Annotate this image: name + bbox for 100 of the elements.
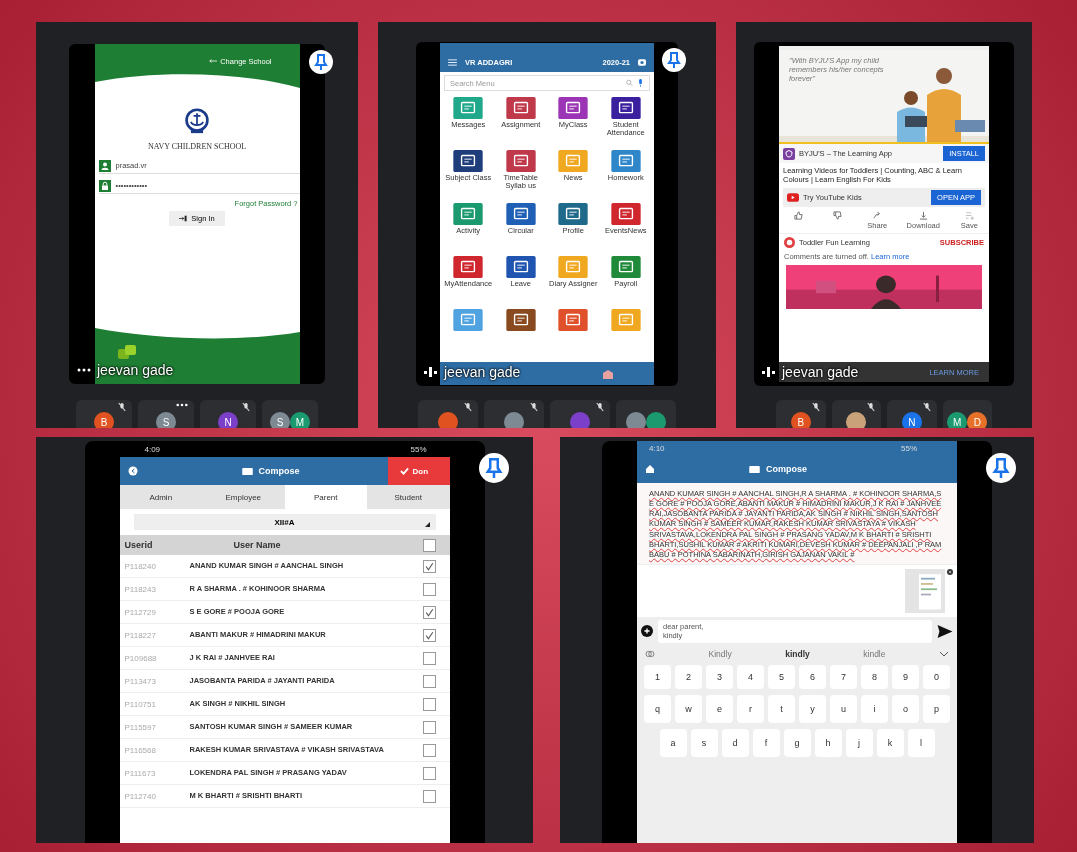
- lock-icon: [98, 179, 111, 192]
- participant-tile[interactable]: [616, 400, 676, 428]
- keyboard-key[interactable]: r: [737, 694, 764, 723]
- keyboard-key[interactable]: f: [752, 728, 780, 757]
- keyboard-key[interactable]: o: [892, 694, 919, 723]
- keyboard-key[interactable]: 4: [737, 664, 764, 689]
- keyboard-key[interactable]: g: [783, 728, 811, 757]
- class-dropdown[interactable]: XII#A: [133, 514, 436, 530]
- camera-icon[interactable]: [638, 58, 646, 66]
- avatar: M: [290, 412, 310, 428]
- sign-in-icon: [179, 215, 188, 222]
- check-icon: [399, 467, 409, 475]
- pin-icon[interactable]: [662, 48, 686, 72]
- more-icon[interactable]: [176, 403, 188, 407]
- keyboard-key[interactable]: d: [721, 728, 749, 757]
- chevron-down-icon[interactable]: [939, 649, 949, 658]
- action-icon: [833, 211, 843, 220]
- participant-tile[interactable]: B: [776, 400, 826, 428]
- done-button[interactable]: Don: [387, 457, 450, 485]
- participant-tile[interactable]: N: [887, 400, 937, 428]
- row-checkbox[interactable]: [422, 605, 436, 619]
- word-suggestion[interactable]: kindly: [785, 648, 810, 659]
- keyboard-key[interactable]: t: [768, 694, 795, 723]
- table-cell-text: P112729: [123, 607, 157, 617]
- status-time: 4:10: [649, 443, 665, 453]
- muted-mic-icon: [811, 402, 820, 412]
- keyboard-key[interactable]: w: [675, 694, 702, 723]
- keyboard-key[interactable]: 9: [892, 664, 919, 689]
- participant-tile[interactable]: [484, 400, 544, 428]
- row-checkbox[interactable]: [422, 720, 436, 734]
- action-icon: [794, 211, 804, 220]
- participant-tile[interactable]: [831, 400, 881, 428]
- row-checkbox[interactable]: [422, 559, 436, 573]
- channel-avatar-icon: [784, 237, 795, 248]
- microphone-icon[interactable]: [637, 79, 644, 87]
- attachment-thumbnail[interactable]: [905, 568, 945, 613]
- keyboard-key[interactable]: a: [659, 728, 687, 757]
- keyboard-key[interactable]: h: [814, 728, 842, 757]
- row-checkbox[interactable]: [422, 651, 436, 665]
- row-checkbox[interactable]: [422, 789, 436, 803]
- keyboard-settings-icon[interactable]: [645, 649, 655, 658]
- add-icon[interactable]: [641, 625, 653, 638]
- keyboard-key[interactable]: y: [799, 694, 826, 723]
- word-suggestion[interactable]: Kindly: [708, 648, 732, 659]
- keyboard-key[interactable]: j: [845, 728, 873, 757]
- participant-tile[interactable]: [418, 400, 478, 428]
- keyboard-key[interactable]: 5: [768, 664, 795, 689]
- row-checkbox[interactable]: [422, 628, 436, 642]
- participant-tile[interactable]: S: [138, 400, 194, 428]
- avatar: M: [947, 412, 968, 428]
- avatar: N: [218, 412, 238, 428]
- home-icon[interactable]: [645, 464, 655, 474]
- participant-tile[interactable]: B: [76, 400, 132, 428]
- keyboard-key[interactable]: 7: [830, 664, 857, 689]
- status-time: 4:09: [144, 444, 161, 454]
- word-suggestion[interactable]: kindle: [863, 648, 886, 659]
- battery-level: 55%: [410, 444, 427, 454]
- table-cell-text: P116568: [123, 745, 157, 755]
- row-checkbox[interactable]: [422, 743, 436, 757]
- message-icon: [749, 465, 760, 473]
- keyboard-key[interactable]: s: [690, 728, 718, 757]
- keyboard-key[interactable]: i: [861, 694, 888, 723]
- select-all-checkbox[interactable]: [422, 538, 436, 552]
- row-checkbox[interactable]: [422, 766, 436, 780]
- close-icon[interactable]: [947, 568, 953, 575]
- row-checkbox[interactable]: [422, 674, 436, 688]
- column-header: User Name: [232, 539, 282, 551]
- anchor-emblem-icon: [184, 108, 210, 134]
- keyboard-key[interactable]: 3: [706, 664, 733, 689]
- keyboard-key[interactable]: e: [706, 694, 733, 723]
- tab[interactable]: Student: [367, 485, 450, 509]
- screen-title: Compose: [258, 466, 301, 476]
- row-checkbox[interactable]: [422, 697, 436, 711]
- tab[interactable]: Parent: [284, 485, 367, 509]
- keyboard-key[interactable]: 0: [923, 664, 950, 689]
- participant-tile[interactable]: S M: [262, 400, 318, 428]
- keyboard-key[interactable]: 1: [644, 664, 671, 689]
- participant-tile[interactable]: N: [200, 400, 256, 428]
- back-icon[interactable]: [127, 466, 138, 476]
- keyboard-key[interactable]: 8: [861, 664, 888, 689]
- keyboard-key[interactable]: u: [830, 694, 857, 723]
- keyboard-key[interactable]: k: [876, 728, 904, 757]
- participant-tile[interactable]: M D: [942, 400, 992, 428]
- table-cell-text: P118243: [123, 584, 157, 594]
- keyboard-key[interactable]: 2: [675, 664, 702, 689]
- speaker-name: jeevan gade: [444, 364, 521, 380]
- keyboard-key[interactable]: q: [644, 694, 671, 723]
- pin-icon[interactable]: [478, 453, 509, 483]
- participant-tile[interactable]: [550, 400, 610, 428]
- pin-icon[interactable]: [309, 50, 333, 74]
- pin-icon[interactable]: [986, 453, 1016, 483]
- send-icon[interactable]: [937, 624, 953, 638]
- tab[interactable]: Admin: [119, 485, 202, 509]
- keyboard-key[interactable]: l: [907, 728, 935, 757]
- row-checkbox[interactable]: [422, 582, 436, 596]
- tab[interactable]: Employee: [202, 485, 285, 509]
- menu-icon[interactable]: [448, 58, 457, 66]
- action-icon: [872, 211, 882, 220]
- keyboard-key[interactable]: p: [923, 694, 950, 723]
- keyboard-key[interactable]: 6: [799, 664, 826, 689]
